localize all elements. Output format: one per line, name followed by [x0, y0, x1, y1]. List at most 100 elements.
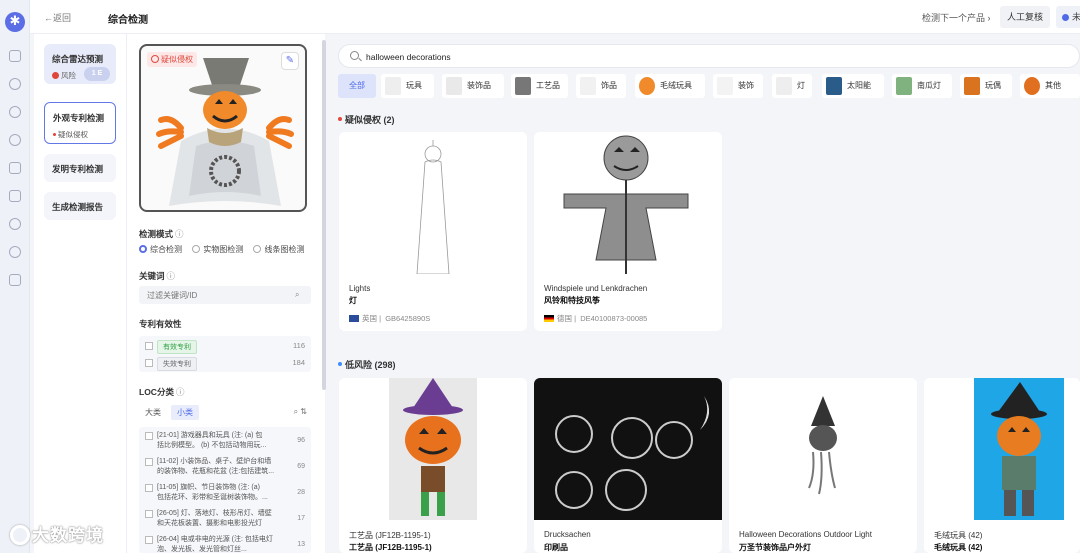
keyword-label-text: 关键词: [139, 271, 165, 281]
patent-meta: 英国 | GB6425890S: [349, 313, 430, 324]
checkbox-icon[interactable]: [145, 510, 153, 518]
step-sub: 风险: [61, 71, 76, 80]
back-button[interactable]: ←返回: [44, 11, 71, 24]
keyword-input[interactable]: [139, 286, 311, 304]
step-design-patent[interactable]: 外观专利检测 疑似侵权: [44, 102, 116, 144]
filter-scrollbar[interactable]: [322, 40, 326, 390]
loc-count: 28: [297, 489, 305, 496]
category-tab[interactable]: 装饰: [713, 74, 763, 98]
validity-tag: 有效专利: [157, 340, 197, 354]
category-label: 其他: [1045, 81, 1061, 90]
radio-icon: [253, 245, 262, 253]
app-logo-icon[interactable]: ✱: [5, 12, 25, 32]
category-tab[interactable]: 灯: [772, 74, 812, 98]
loc-line: 泡、发光板、发光管和灯丝...: [157, 546, 247, 553]
results-panel: halloween decorations 全部 玩具 装饰品 工艺品 饰品 毛…: [330, 34, 1080, 553]
patent-title-en: Drucksachen: [544, 530, 591, 539]
next-product-button[interactable]: 检测下一个产品 ›: [922, 11, 991, 24]
loc-line: 包括花环、彩带和圣诞树装饰物。...: [157, 494, 268, 501]
help-icon[interactable]: ⓘ: [167, 271, 176, 281]
mode-radio-comprehensive[interactable]: 综合检测: [139, 245, 182, 254]
category-thumb-icon: [896, 76, 912, 95]
patent-card[interactable]: Windspiele und Lenkdrachen 风铃和特技风筝 德国 | …: [534, 132, 722, 331]
search-bar[interactable]: halloween decorations: [338, 44, 1080, 68]
validity-tag: 失效专利: [157, 357, 197, 371]
help-icon[interactable]: ⓘ: [176, 387, 185, 397]
magic-wand-icon[interactable]: ✎: [281, 52, 299, 70]
manual-review-button[interactable]: 人工复核: [1000, 6, 1050, 28]
category-tab[interactable]: 玩具: [381, 74, 434, 98]
patent-card[interactable]: Drucksachen 印刷品: [534, 378, 722, 553]
sort-icon[interactable]: ⌕ ⇅: [294, 407, 307, 417]
loc-line: [21-01] 游戏器具和玩具 (注: (a) 包: [157, 432, 263, 439]
checkbox-icon[interactable]: [145, 359, 153, 367]
nav-icon-8[interactable]: [9, 246, 21, 258]
category-thumb-icon: [515, 76, 531, 95]
step-label: 生成检测报告: [52, 202, 104, 212]
checkbox-icon[interactable]: [145, 484, 153, 492]
pumpkin-scarecrow-image: [156, 58, 294, 206]
nav-icon-3[interactable]: [9, 106, 21, 118]
loc-tabs: 大类 小类 ⌕ ⇅: [139, 405, 311, 421]
nav-icon-1[interactable]: [9, 50, 21, 62]
category-tab[interactable]: 毛绒玩具: [635, 74, 705, 98]
search-query[interactable]: halloween decorations: [366, 52, 451, 62]
tab-major-class[interactable]: 大类: [139, 405, 167, 420]
loc-count: 13: [297, 541, 305, 548]
category-tab[interactable]: 全部: [338, 74, 376, 98]
category-tab[interactable]: 其他: [1020, 74, 1080, 98]
patent-card[interactable]: 工艺品 (JF12B-1195-1) 工艺品 (JF12B-1195-1): [339, 378, 527, 553]
category-tab[interactable]: 太阳能: [822, 74, 884, 98]
category-tab[interactable]: 饰品: [576, 74, 626, 98]
category-label: 工艺品: [536, 81, 560, 90]
patent-title-zh: 灯: [349, 296, 357, 305]
checkbox-icon[interactable]: [145, 458, 153, 466]
validity-item-valid[interactable]: 有效专利 116: [145, 340, 305, 354]
tab-minor-class[interactable]: 小类: [171, 405, 199, 420]
category-tab[interactable]: 玩偶: [960, 74, 1012, 98]
radio-checked-icon: [139, 245, 147, 253]
category-label: 灯: [797, 81, 805, 90]
category-thumb-icon: [776, 76, 792, 95]
patent-card[interactable]: Lights 灯 英国 | GB6425890S: [339, 132, 527, 331]
validity-count: 116: [293, 341, 305, 350]
step-generate-report[interactable]: 生成检测报告: [44, 192, 116, 220]
watermark-text: 大数跨境: [32, 526, 104, 545]
nav-icon-5[interactable]: [9, 162, 21, 174]
step-radar-prediction[interactable]: 综合雷达预测 风险 1 E: [44, 44, 116, 84]
checkbox-icon[interactable]: [145, 342, 153, 350]
nav-icon-7[interactable]: [9, 218, 21, 230]
mark-status-button[interactable]: 未: [1056, 6, 1080, 28]
patent-card[interactable]: Halloween Decorations Outdoor Light 万圣节装…: [729, 378, 917, 553]
category-label: 玩偶: [985, 81, 1001, 90]
category-tab[interactable]: 装饰品: [442, 74, 504, 98]
nav-icon-6[interactable]: [9, 190, 21, 202]
watermark-ring-icon: [10, 525, 30, 545]
radio-label: 实物图检测: [203, 245, 244, 254]
step-invention-patent[interactable]: 发明专利检测: [44, 154, 116, 182]
help-icon[interactable]: ⓘ: [175, 229, 184, 239]
category-label: 全部: [349, 81, 365, 90]
search-icon[interactable]: ⌕: [295, 290, 299, 300]
patent-title-en: 毛绒玩具 (42): [934, 531, 983, 540]
loc-line: [11-02] 小装饰品、桌子、壁炉台和墙: [157, 458, 272, 465]
nav-icon-9[interactable]: [9, 274, 21, 286]
nav-icon-4[interactable]: [9, 134, 21, 146]
validity-item-invalid[interactable]: 失效专利 184: [145, 357, 305, 371]
filter-panel: 疑似侵权 ✎ 检测模式ⓘ 综合检测 实物图检测 线条图检测 关键词ⓘ ⌕ 专利有…: [127, 34, 325, 553]
patent-id: DE40100873-00085: [580, 314, 648, 323]
category-label: 南瓜灯: [917, 81, 941, 90]
category-label: 装饰: [738, 81, 754, 90]
checkbox-icon[interactable]: [145, 432, 153, 440]
mode-radio-line[interactable]: 线条图检测: [253, 245, 304, 254]
loc-count: 17: [297, 515, 305, 522]
category-thumb-icon: [446, 76, 462, 95]
mode-radio-photo[interactable]: 实物图检测: [192, 245, 243, 254]
category-tab[interactable]: 南瓜灯: [892, 74, 952, 98]
checkbox-icon[interactable]: [145, 536, 153, 544]
patent-card[interactable]: 毛绒玩具 (42) 毛绒玩具 (42): [924, 378, 1080, 553]
risk-pill: 1 E: [84, 67, 110, 81]
category-tab[interactable]: 工艺品: [511, 74, 568, 98]
step-label: 综合雷达预测: [52, 54, 104, 64]
nav-search-icon[interactable]: [9, 78, 21, 90]
